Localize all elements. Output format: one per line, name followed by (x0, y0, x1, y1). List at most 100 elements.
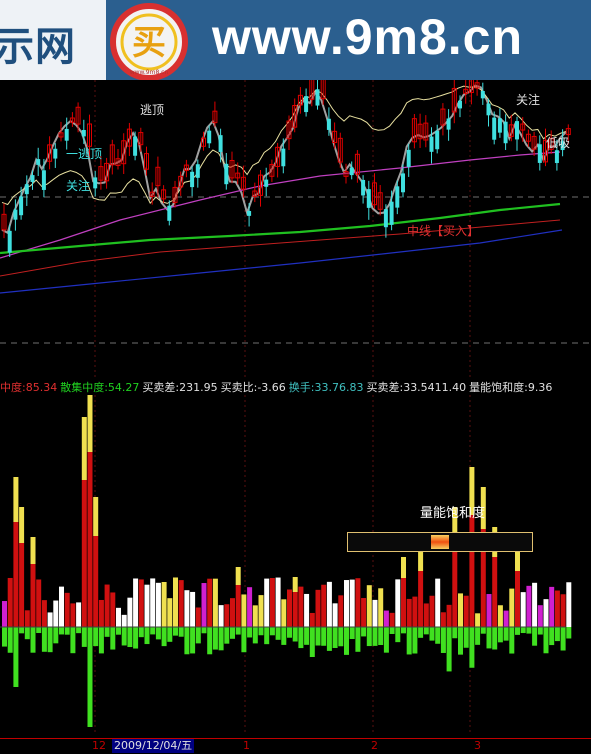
candle-down (53, 148, 58, 159)
volume-bar-negative (275, 627, 281, 640)
volume-bar (138, 579, 144, 627)
volume-bar-negative (458, 627, 463, 655)
candle-down (304, 96, 309, 113)
volume-bar-negative (418, 627, 424, 638)
candle-down (554, 150, 559, 164)
volume-bar-negative (463, 627, 469, 648)
indicator-readout: 量能饱和度:9.36 (469, 381, 553, 394)
volume-bar-negative (144, 627, 150, 645)
volume-bar (230, 598, 235, 627)
volume-bar-negative (560, 627, 566, 651)
candle-down (492, 117, 497, 140)
candle-down (503, 121, 508, 144)
volume-bar (418, 571, 424, 627)
volume-bar (167, 598, 173, 627)
volume-bar-negative (81, 627, 87, 647)
volume-bar-cap (19, 507, 25, 543)
volume-bar (458, 593, 463, 627)
volume-bar-negative (435, 627, 441, 644)
volume-bar-negative (269, 627, 275, 636)
banner-left-text: 示网 (0, 24, 76, 70)
volume-bar-negative (133, 627, 139, 649)
volume-bar-negative (212, 627, 218, 650)
saturation-gauge-title: 量能饱和度 (420, 506, 486, 521)
chart-annotation: 关注 (516, 92, 540, 107)
volume-bar-negative (87, 627, 93, 727)
volume-bar-cap (93, 497, 99, 536)
candle-down (7, 230, 12, 253)
volume-bar (349, 579, 355, 627)
volume-bar (13, 522, 19, 627)
candle-down (224, 163, 229, 185)
volume-bar (173, 577, 178, 627)
volume-bar-negative (76, 627, 82, 634)
volume-bar-negative (2, 627, 7, 647)
volume-bar (497, 605, 503, 627)
candle-down (497, 118, 502, 133)
volume-bar-negative (127, 627, 133, 648)
volume-bar (452, 543, 458, 627)
volume-chart-grid (94, 395, 471, 735)
volume-bar-negative (344, 627, 349, 655)
volume-bar (155, 582, 161, 627)
chart-annotation: 中线【买入】 (407, 223, 479, 238)
volume-bar (332, 603, 338, 627)
volume-bar (150, 578, 156, 627)
candle-down (435, 130, 440, 150)
candle-down (361, 179, 366, 196)
volume-bar-negative (309, 627, 315, 657)
ma-magenta-line (0, 151, 561, 259)
candle-down (264, 179, 269, 187)
volume-bar (207, 578, 213, 627)
volume-bar-negative (258, 627, 264, 636)
candle-down (486, 103, 491, 116)
candle-down (133, 136, 138, 156)
saturation-gauge-fill (430, 535, 449, 549)
candle-down (247, 210, 252, 216)
volume-bar-negative (207, 627, 213, 655)
volume-chart[interactable] (0, 395, 591, 735)
volume-bar (59, 586, 64, 627)
volume-bar-negative (401, 627, 406, 634)
volume-bar (184, 590, 190, 627)
volume-bar (304, 593, 310, 627)
volume-bar-cap (401, 557, 406, 578)
volume-bar-negative (497, 627, 503, 643)
volume-bar-negative (383, 627, 389, 653)
volume-bar (41, 600, 47, 627)
volume-bar-cap (13, 477, 19, 522)
volume-bar (515, 571, 520, 627)
volume-bar-negative (469, 627, 475, 668)
indicator-readout: 中度:85.34 (0, 381, 58, 394)
volume-bar (372, 599, 378, 627)
candle-down (395, 186, 400, 208)
volume-bar (520, 592, 526, 627)
volume-bar (19, 543, 25, 627)
volume-bar-negative (59, 627, 64, 635)
candle-down (429, 136, 434, 152)
volume-bar-negative (47, 627, 53, 653)
volume-bar-negative (321, 627, 327, 646)
volume-bar-negative (543, 627, 549, 654)
volume-bar (36, 579, 42, 627)
candle-down (401, 173, 405, 193)
volume-bar-negative (566, 627, 572, 639)
candle-down (315, 89, 320, 106)
volume-bar (81, 480, 87, 627)
price-chart[interactable]: 逃顶一逃顶关注关注低吸中线【买入】 (0, 80, 591, 380)
banner-url[interactable]: www.9m8.cn (212, 8, 523, 66)
volume-bar (440, 612, 446, 627)
volume-bar (389, 612, 395, 627)
volume-bar-negative (423, 627, 429, 635)
volume-bar-negative (355, 627, 361, 652)
volume-bar (224, 604, 230, 627)
banner-left-panel: 示网 (0, 0, 106, 80)
volume-bar-negative (292, 627, 298, 642)
volume-bar (554, 590, 560, 627)
volume-bar (486, 594, 492, 627)
volume-bar (475, 613, 481, 627)
candle-down (349, 167, 354, 176)
volume-bar (338, 595, 344, 627)
volume-bar (395, 579, 401, 627)
volume-bar (292, 592, 298, 627)
